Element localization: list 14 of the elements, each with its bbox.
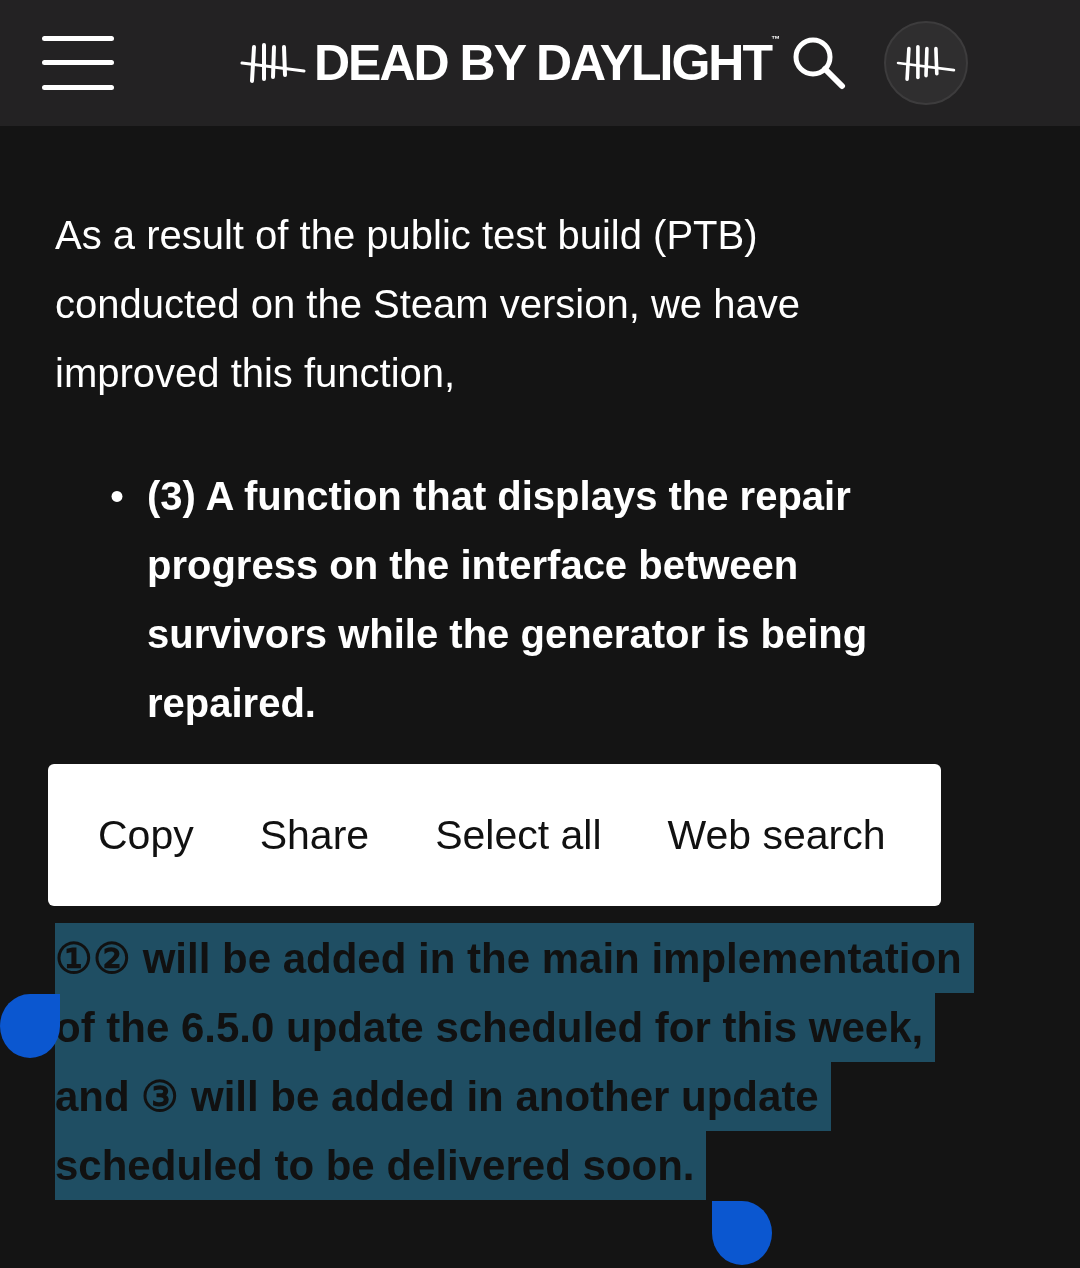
bullet-marker: • [110,473,125,520]
tally-marks-icon [895,45,956,81]
menu-item[interactable]: Copy [76,811,216,859]
bullet-item: (3) A function that displays the repair progress on the interface between survivors while the generator is being repaired. [147,473,869,727]
selection-handle[interactable] [0,994,60,1058]
tally-marks-icon [240,43,306,83]
logo-text[interactable]: DEAD BY DAYLIGHT$^{™}$ [314,34,780,92]
menu-icon[interactable] [42,36,114,90]
paragraph: As a result of the public test build (PTB) conducted on the Steam version, we have improved this function, [55,212,801,397]
selection-handle[interactable] [712,1201,772,1265]
menu-item[interactable]: Share [237,811,392,859]
menu-item[interactable]: Web search [645,811,908,859]
menu-item[interactable]: Select all [413,811,624,859]
search-icon[interactable] [791,36,846,90]
